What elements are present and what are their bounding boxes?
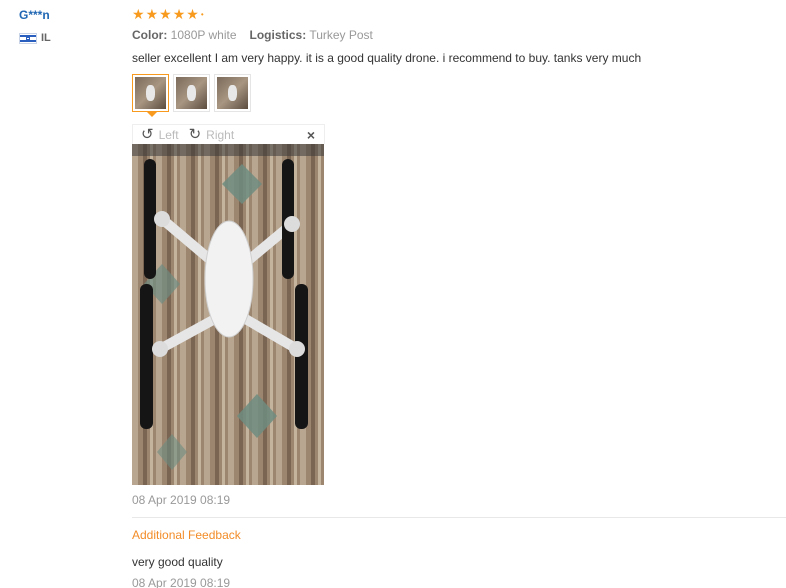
attribute-value: Turkey Post (309, 28, 373, 42)
review-date: 08 Apr 2019 08:19 (132, 493, 231, 507)
star-icon: ★ (159, 6, 172, 22)
rotate-left-button[interactable]: ↺ Left (141, 127, 179, 142)
drone-photo-image (132, 144, 324, 485)
thumbnail-2[interactable] (173, 74, 210, 112)
country-code: IL (41, 32, 51, 44)
attribute-key: Color: (132, 28, 168, 42)
divider (132, 517, 786, 518)
review-content: ★ ★ ★ ★ ★ • Color: 1080P white Logistics… (132, 6, 786, 588)
reviewer-name[interactable]: G***n (19, 8, 51, 22)
star-icon: ★ (132, 6, 145, 22)
reviewer-info: G***n IL (19, 8, 51, 44)
dot-icon: • (200, 9, 204, 19)
rotate-right-label: Right (206, 127, 235, 142)
review-thumbnails (132, 74, 786, 117)
attribute-logistics: Logistics: Turkey Post (250, 28, 373, 42)
close-icon[interactable]: × (307, 127, 315, 143)
additional-feedback-title: Additional Feedback (132, 528, 241, 542)
additional-feedback-text: very good quality (132, 555, 223, 569)
review-text: seller excellent I am very happy. it is … (132, 51, 642, 65)
thumbnail-3[interactable] (214, 74, 251, 112)
rotate-left-label: Left (158, 127, 179, 142)
rotate-left-icon: ↺ (141, 126, 154, 143)
israel-flag-icon (19, 32, 37, 44)
thumbnail-1[interactable] (132, 74, 169, 117)
rotate-right-button[interactable]: ↻ Right (189, 127, 235, 142)
attribute-key: Logistics: (249, 28, 307, 42)
star-icon: ★ (145, 6, 159, 22)
attribute-color: Color: 1080P white (132, 28, 237, 42)
attribute-value: 1080P white (170, 28, 237, 42)
star-rating: ★ ★ ★ ★ ★ • (132, 6, 786, 22)
additional-feedback-date: 08 Apr 2019 08:19 (132, 576, 231, 588)
image-viewer: ↺ Left ↻ Right × (132, 124, 325, 485)
reviewer-country: IL (19, 32, 51, 44)
rotate-right-icon: ↻ (188, 126, 202, 143)
star-icon: ★ (186, 6, 199, 22)
viewer-toolbar: ↺ Left ↻ Right × (132, 124, 325, 144)
order-attributes: Color: 1080P white Logistics: Turkey Pos… (132, 28, 786, 42)
star-icon: ★ (172, 6, 186, 22)
review-photo (132, 144, 324, 485)
